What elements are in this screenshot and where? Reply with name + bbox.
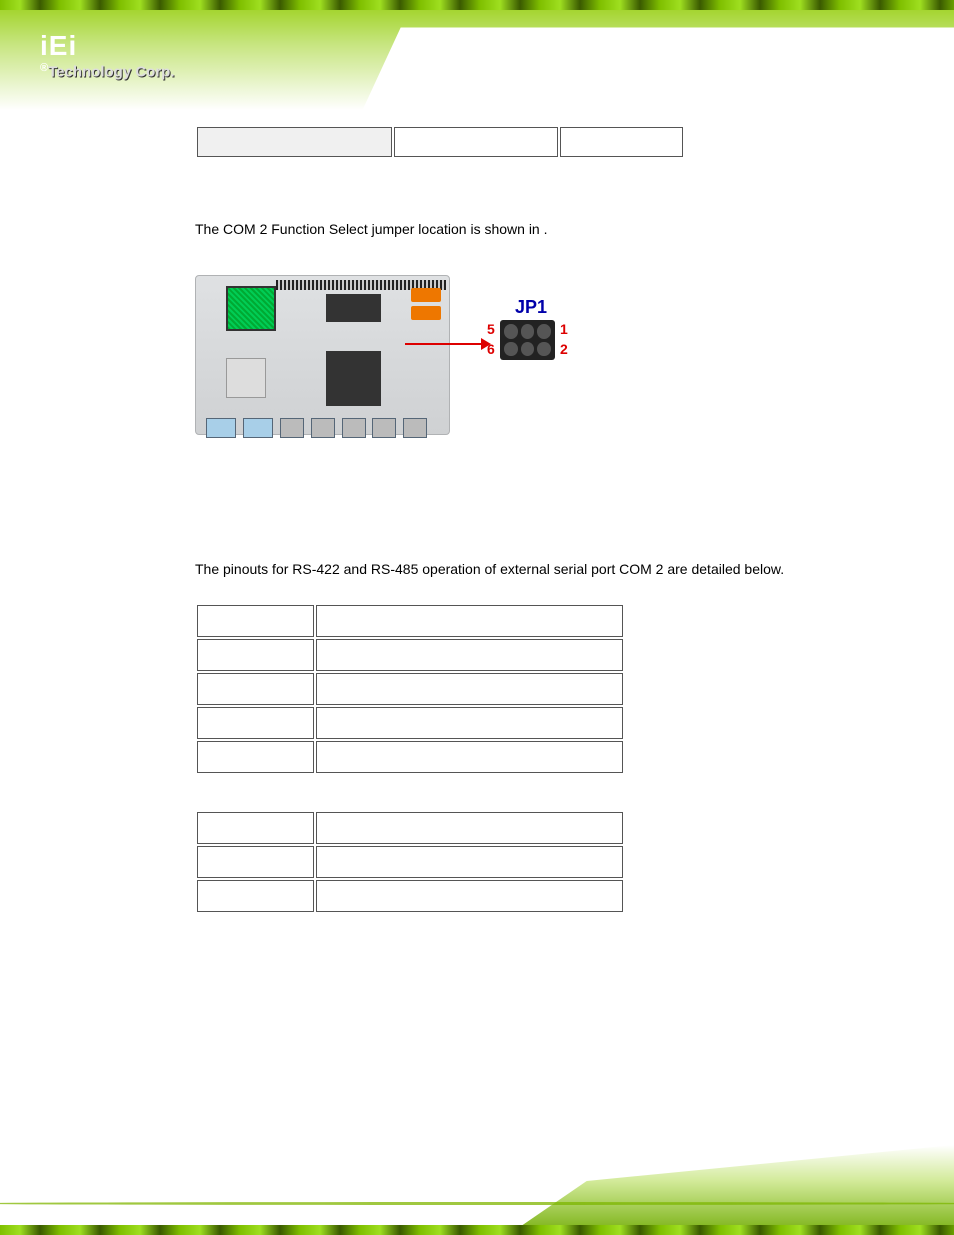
usb-port — [342, 418, 366, 438]
jumper-label: JP1 — [515, 297, 547, 318]
jumper-pin — [504, 342, 518, 357]
jumper-pin — [537, 324, 551, 339]
pin-label-1: 1 — [560, 321, 568, 337]
vga-port — [206, 418, 236, 438]
table-row — [197, 707, 623, 739]
usb-port — [311, 418, 335, 438]
logo-registered: ® — [40, 62, 48, 74]
table-row — [197, 673, 623, 705]
page-content: The COM 2 Function Select jumper locatio… — [195, 125, 875, 914]
desc-cell — [316, 639, 623, 671]
footer-banner — [0, 1135, 954, 1235]
callout-arrow-line — [405, 343, 485, 345]
board-body — [195, 275, 450, 435]
chipset-small — [326, 294, 381, 322]
pin-label-6: 6 — [487, 341, 495, 357]
pin-cell — [197, 639, 314, 671]
table-row — [197, 846, 623, 878]
motherboard-figure: JP1 5 6 1 2 — [195, 265, 585, 445]
para-prefix: The COM 2 Function Select jumper locatio… — [195, 221, 544, 237]
usb-port — [280, 418, 304, 438]
logo-text: iEi — [40, 30, 77, 61]
jumper-block — [500, 320, 555, 360]
header-banner: iEi ®Technology Corp. — [0, 0, 954, 110]
desc-cell — [316, 741, 623, 773]
header-stripe — [0, 0, 954, 10]
logo-tagline: Technology Corp. — [48, 64, 174, 81]
usb-port — [372, 418, 396, 438]
sata-port-2 — [411, 306, 441, 320]
pin-label-5: 5 — [487, 321, 495, 337]
footer-stripe — [0, 1225, 954, 1235]
desc-cell — [316, 880, 623, 912]
rs485-pinout-table — [195, 810, 625, 914]
jumper-pin — [521, 324, 535, 339]
jumper-pin — [521, 342, 535, 357]
pin-cell — [197, 707, 314, 739]
vga-port — [243, 418, 273, 438]
pin-cell — [197, 846, 314, 878]
pin-cell — [197, 741, 314, 773]
footer-circuit-bg — [429, 1145, 954, 1235]
table-row — [197, 880, 623, 912]
usb-port — [403, 418, 427, 438]
pin-cell — [197, 880, 314, 912]
table-row — [197, 127, 683, 157]
desc-cell — [316, 812, 623, 844]
cpu-socket — [226, 358, 266, 398]
jumper-pin — [504, 324, 518, 339]
desc-cell — [316, 605, 623, 637]
desc-cell — [316, 846, 623, 878]
jumper-col-3 — [560, 127, 683, 157]
brand-logo: iEi ®Technology Corp. — [40, 30, 175, 81]
jumper-location-paragraph: The COM 2 Function Select jumper locatio… — [195, 219, 875, 240]
sata-port-1 — [411, 288, 441, 302]
desc-cell — [316, 707, 623, 739]
jumper-pin — [537, 342, 551, 357]
table-row — [197, 741, 623, 773]
green-chip — [226, 286, 276, 331]
rs422-pinout-table — [195, 603, 625, 775]
pin-label-2: 2 — [560, 341, 568, 357]
table-row — [197, 605, 623, 637]
rear-io-ports — [206, 418, 446, 440]
pin-cell — [197, 812, 314, 844]
chipset-large — [326, 351, 381, 406]
jumper-col-1 — [197, 127, 392, 157]
table-row — [197, 812, 623, 844]
pinout-paragraph: The pinouts for RS-422 and RS-485 operat… — [195, 555, 875, 583]
desc-cell — [316, 673, 623, 705]
para-suffix: . — [544, 221, 548, 237]
pin-cell — [197, 673, 314, 705]
jumper-col-2 — [394, 127, 558, 157]
pin-cell — [197, 605, 314, 637]
table-row — [197, 639, 623, 671]
jumper-settings-table — [195, 125, 685, 159]
